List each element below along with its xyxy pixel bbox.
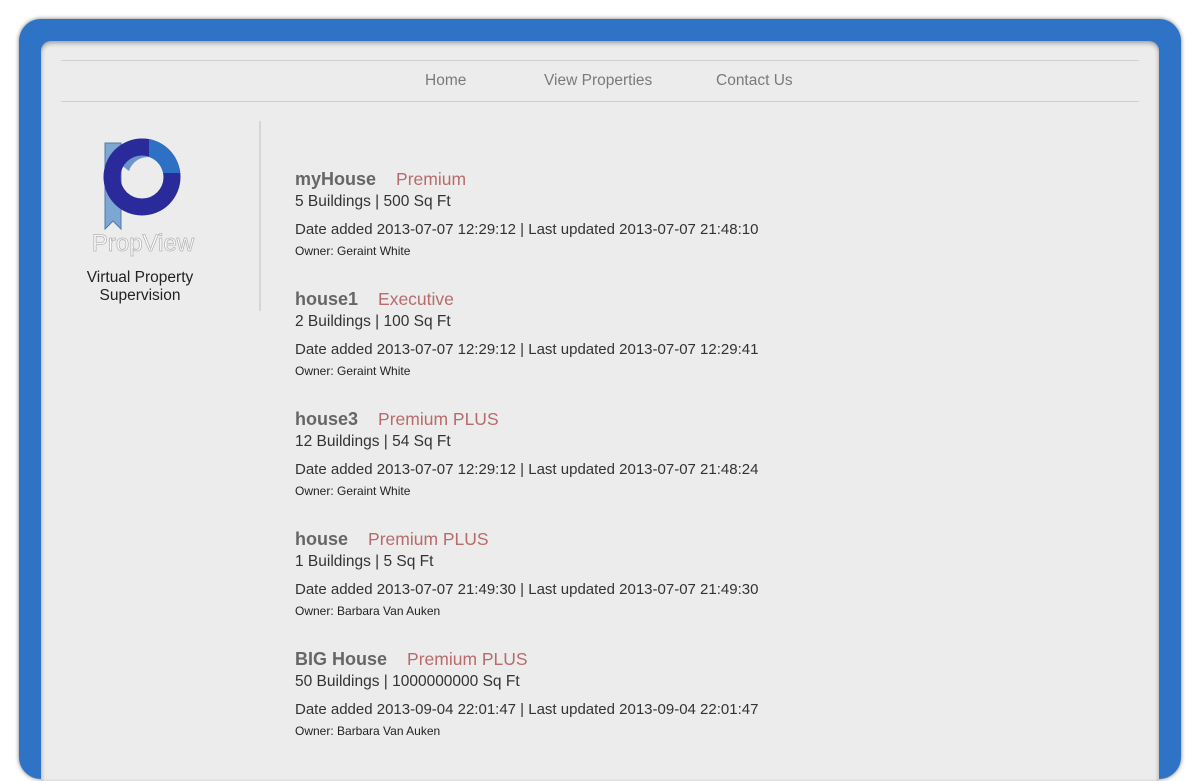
property-name[interactable]: BIG House bbox=[295, 649, 387, 669]
nav-view-properties-link[interactable]: View Properties bbox=[544, 72, 652, 90]
property-dates: Date added 2013-07-07 12:29:12 | Last up… bbox=[295, 461, 759, 478]
property-tier: Premium PLUS bbox=[368, 529, 489, 549]
property-item[interactable]: house Premium PLUS 1 Buildings | 5 Sq Ft … bbox=[295, 529, 1115, 649]
propview-logo[interactable]: PropView bbox=[85, 137, 203, 259]
nav-contact-us-link[interactable]: Contact Us bbox=[716, 72, 793, 90]
property-dates: Date added 2013-07-07 12:29:12 | Last up… bbox=[295, 341, 759, 358]
property-dates: Date added 2013-09-04 22:01:47 | Last up… bbox=[295, 701, 759, 718]
property-tier: Premium PLUS bbox=[378, 409, 499, 429]
property-tier: Executive bbox=[378, 289, 454, 309]
sidebar: PropView Virtual Property Supervision bbox=[41, 121, 261, 311]
property-dates: Date added 2013-07-07 21:49:30 | Last up… bbox=[295, 581, 759, 598]
brand-tagline: Virtual Property Supervision bbox=[41, 269, 239, 305]
property-size: 50 Buildings | 1000000000 Sq Ft bbox=[295, 673, 520, 690]
property-name[interactable]: house3 bbox=[295, 409, 358, 429]
tagline-line-2: Supervision bbox=[99, 287, 181, 304]
content-panel: Home View Properties Contact Us PropView… bbox=[41, 41, 1159, 781]
app-frame: Home View Properties Contact Us PropView… bbox=[19, 19, 1181, 781]
property-owner: Owner: Geraint White bbox=[295, 484, 411, 498]
property-item[interactable]: house1 Executive 2 Buildings | 100 Sq Ft … bbox=[295, 289, 1115, 409]
property-list: myHouse Premium 5 Buildings | 500 Sq Ft D… bbox=[295, 169, 1115, 769]
property-item[interactable]: house3 Premium PLUS 12 Buildings | 54 Sq … bbox=[295, 409, 1115, 529]
property-owner: Owner: Geraint White bbox=[295, 364, 411, 378]
property-owner: Owner: Barbara Van Auken bbox=[295, 604, 441, 618]
property-size: 5 Buildings | 500 Sq Ft bbox=[295, 193, 451, 210]
property-name[interactable]: myHouse bbox=[295, 169, 376, 189]
property-tier: Premium PLUS bbox=[407, 649, 528, 669]
property-size: 1 Buildings | 5 Sq Ft bbox=[295, 553, 434, 570]
top-nav: Home View Properties Contact Us bbox=[61, 60, 1139, 102]
property-tier: Premium bbox=[396, 169, 467, 189]
nav-home-link[interactable]: Home bbox=[425, 72, 466, 90]
logo-arc-accent bbox=[149, 139, 180, 173]
property-dates: Date added 2013-07-07 12:29:12 | Last up… bbox=[295, 221, 759, 238]
property-size: 2 Buildings | 100 Sq Ft bbox=[295, 313, 451, 330]
logo-wordmark: PropView bbox=[92, 230, 195, 257]
tagline-line-1: Virtual Property bbox=[86, 269, 194, 286]
property-item[interactable]: BIG House Premium PLUS 50 Buildings | 100… bbox=[295, 649, 1115, 769]
property-item[interactable]: myHouse Premium 5 Buildings | 500 Sq Ft D… bbox=[295, 169, 1115, 289]
property-name[interactable]: house1 bbox=[295, 289, 358, 309]
property-owner: Owner: Geraint White bbox=[295, 244, 411, 258]
property-name[interactable]: house bbox=[295, 529, 348, 549]
property-owner: Owner: Barbara Van Auken bbox=[295, 724, 441, 738]
property-size: 12 Buildings | 54 Sq Ft bbox=[295, 433, 451, 450]
